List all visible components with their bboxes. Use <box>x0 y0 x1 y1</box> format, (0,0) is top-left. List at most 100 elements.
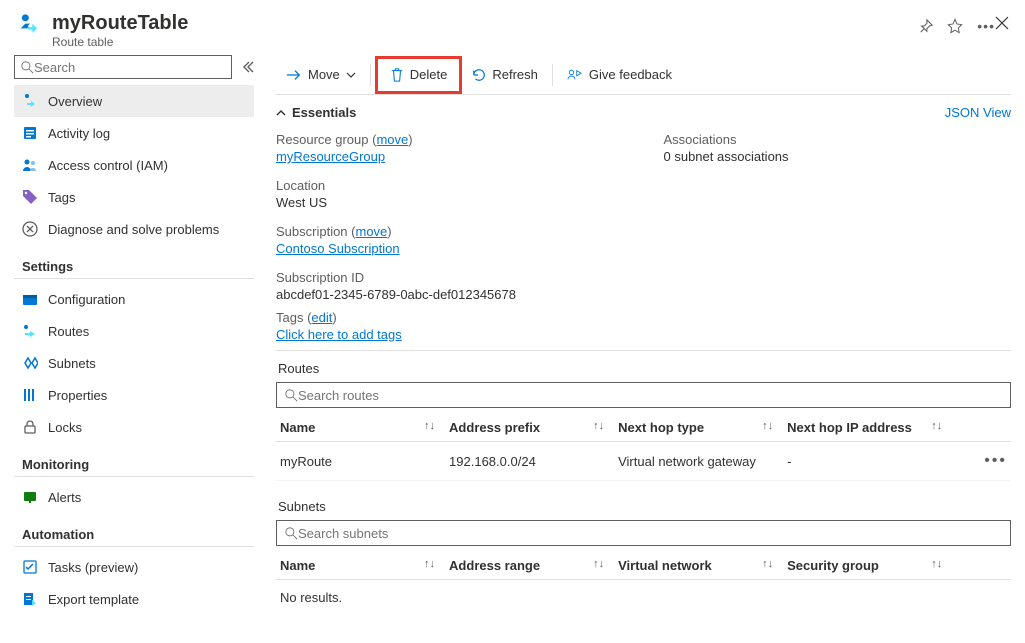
tags-edit-link[interactable]: edit <box>311 310 332 325</box>
close-icon[interactable] <box>995 16 1009 30</box>
feedback-icon <box>567 68 583 82</box>
sidebar-item-overview[interactable]: Overview <box>14 85 254 117</box>
tags-label: Tags <box>276 310 303 325</box>
chevron-up-icon <box>276 108 286 118</box>
overview-icon <box>22 93 38 109</box>
routes-col-prefix[interactable]: Address prefix↑↓ <box>445 414 614 442</box>
subnets-col-range[interactable]: Address range↑↓ <box>445 552 614 580</box>
pin-icon[interactable] <box>919 19 933 33</box>
sidebar-item-label: Tags <box>48 190 75 205</box>
subnets-section-title: Subnets <box>278 499 1011 514</box>
refresh-icon <box>472 68 486 82</box>
collapse-sidebar-icon[interactable] <box>242 61 254 73</box>
sidebar-item-label: Locks <box>48 420 82 435</box>
route-hop-ip: - <box>783 442 952 481</box>
refresh-label: Refresh <box>492 67 538 82</box>
properties-icon <box>22 387 38 403</box>
nav-section-header: Monitoring <box>14 443 254 477</box>
sidebar-item-activity-log[interactable]: Activity log <box>14 117 254 149</box>
sidebar-item-diagnose-and-solve-problems[interactable]: Diagnose and solve problems <box>14 213 254 245</box>
sidebar: Overview Activity logAccess control (IAM)… <box>0 55 262 615</box>
routes-table: Name↑↓ Address prefix↑↓ Next hop type↑↓ … <box>276 414 1011 481</box>
sidebar-item-label: Overview <box>48 94 102 109</box>
sidebar-item-properties[interactable]: Properties <box>14 379 254 411</box>
resource-group-label: Resource group <box>276 132 369 147</box>
essentials-grid: Resource group (move) myResourceGroup Lo… <box>276 128 1011 310</box>
sidebar-item-access-control-iam-[interactable]: Access control (IAM) <box>14 149 254 181</box>
associations-label: Associations <box>664 132 1012 147</box>
sidebar-item-label: Subnets <box>48 356 96 371</box>
delete-button[interactable]: Delete <box>380 61 458 89</box>
activity-icon <box>22 125 38 141</box>
table-row[interactable]: myRoute192.168.0.0/24Virtual network gat… <box>276 442 1011 481</box>
route-name: myRoute <box>276 442 445 481</box>
move-button[interactable]: Move <box>276 61 366 89</box>
subnets-icon <box>22 355 38 371</box>
route-table-icon <box>16 12 44 40</box>
subnets-search-input[interactable] <box>298 526 1002 541</box>
subnets-col-nsg[interactable]: Security group↑↓ <box>783 552 952 580</box>
chevron-down-icon <box>346 70 356 80</box>
alerts-icon <box>22 489 38 505</box>
move-label: Move <box>308 67 340 82</box>
sidebar-item-subnets[interactable]: Subnets <box>14 347 254 379</box>
resource-group-move-link[interactable]: move <box>376 132 408 147</box>
routes-col-hopip[interactable]: Next hop IP address↑↓ <box>783 414 952 442</box>
routes-col-name[interactable]: Name↑↓ <box>276 414 445 442</box>
page-subtitle: Route table <box>52 35 905 49</box>
subnets-col-name[interactable]: Name↑↓ <box>276 552 445 580</box>
more-icon[interactable]: ••• <box>977 18 995 34</box>
routes-search-input[interactable] <box>298 388 1002 403</box>
arrow-right-icon <box>286 68 302 82</box>
subnets-col-vnet[interactable]: Virtual network↑↓ <box>614 552 783 580</box>
subscription-label: Subscription <box>276 224 348 239</box>
sidebar-item-label: Properties <box>48 388 107 403</box>
sidebar-item-label: Tasks (preview) <box>48 560 138 575</box>
routes-icon <box>22 323 38 339</box>
sidebar-item-label: Configuration <box>48 292 125 307</box>
sidebar-search[interactable] <box>14 55 232 79</box>
search-icon <box>285 527 298 540</box>
subscription-id-value: abcdef01-2345-6789-0abc-def012345678 <box>276 287 624 302</box>
subscription-move-link[interactable]: move <box>356 224 388 239</box>
essentials-toggle[interactable]: Essentials <box>276 105 356 120</box>
sidebar-item-label: Alerts <box>48 490 81 505</box>
row-context-menu[interactable]: ••• <box>952 442 1011 481</box>
sidebar-item-alerts[interactable]: Alerts <box>14 481 254 513</box>
routes-section-title: Routes <box>278 361 1011 376</box>
separator <box>370 64 371 86</box>
tasks-icon <box>22 559 38 575</box>
refresh-button[interactable]: Refresh <box>462 61 548 89</box>
export-icon <box>22 591 38 607</box>
trash-icon <box>390 68 404 82</box>
nav-section-header: Automation <box>14 513 254 547</box>
search-icon <box>21 61 34 74</box>
subnets-search[interactable] <box>276 520 1011 546</box>
subnets-table: Name↑↓ Address range↑↓ Virtual network↑↓… <box>276 552 1011 580</box>
sidebar-item-export-template[interactable]: Export template <box>14 583 254 615</box>
sidebar-item-configuration[interactable]: Configuration <box>14 283 254 315</box>
resource-group-value[interactable]: myResourceGroup <box>276 149 385 164</box>
routes-col-hoptype[interactable]: Next hop type↑↓ <box>614 414 783 442</box>
feedback-button[interactable]: Give feedback <box>557 61 682 89</box>
subscription-value[interactable]: Contoso Subscription <box>276 241 400 256</box>
sidebar-search-input[interactable] <box>34 60 225 75</box>
delete-label: Delete <box>410 67 448 82</box>
sidebar-item-label: Export template <box>48 592 139 607</box>
sidebar-item-tasks-preview-[interactable]: Tasks (preview) <box>14 551 254 583</box>
routes-search[interactable] <box>276 382 1011 408</box>
route-hop-type: Virtual network gateway <box>614 442 783 481</box>
tags-icon <box>22 189 38 205</box>
sidebar-item-tags[interactable]: Tags <box>14 181 254 213</box>
json-view-link[interactable]: JSON View <box>945 105 1011 120</box>
sidebar-item-routes[interactable]: Routes <box>14 315 254 347</box>
sidebar-item-locks[interactable]: Locks <box>14 411 254 443</box>
diagnose-icon <box>22 221 38 237</box>
star-icon[interactable] <box>947 18 963 34</box>
subscription-id-label: Subscription ID <box>276 270 624 285</box>
location-value: West US <box>276 195 624 210</box>
feedback-label: Give feedback <box>589 67 672 82</box>
separator <box>552 64 553 86</box>
config-icon <box>22 291 38 307</box>
tags-add-link[interactable]: Click here to add tags <box>276 327 402 342</box>
